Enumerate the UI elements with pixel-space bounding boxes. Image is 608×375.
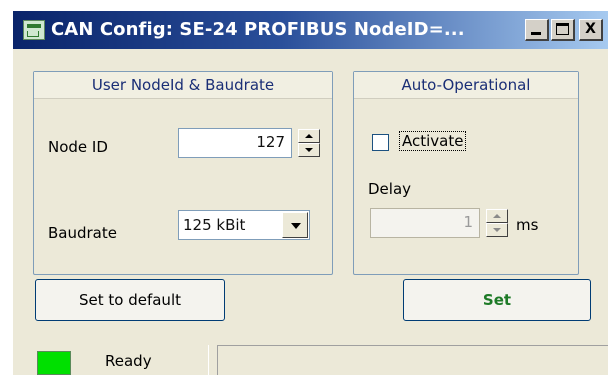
minimize-icon bbox=[531, 32, 541, 35]
auto-operational-group: Auto-Operational Activate Delay 1 ms bbox=[353, 71, 579, 275]
window-title: CAN Config: SE-24 PROFIBUS NodeID=... bbox=[51, 19, 465, 40]
group-title-user: User NodeId & Baudrate bbox=[34, 72, 332, 99]
set-to-default-button[interactable]: Set to default bbox=[35, 279, 225, 321]
delay-spinner[interactable] bbox=[486, 209, 508, 237]
baudrate-value: 125 kBit bbox=[183, 216, 246, 234]
status-pane-main: Ready bbox=[13, 345, 209, 375]
node-id-spinner[interactable] bbox=[298, 129, 320, 157]
node-id-spin-up-button[interactable] bbox=[298, 129, 320, 143]
node-id-spin-down-button[interactable] bbox=[298, 143, 320, 157]
spin-up-icon bbox=[493, 214, 501, 218]
set-button[interactable]: Set bbox=[403, 279, 591, 321]
status-text: Ready bbox=[105, 352, 152, 370]
group-title-auto: Auto-Operational bbox=[354, 72, 578, 99]
user-nodeid-baudrate-group: User NodeId & Baudrate Node ID 127 Baudr… bbox=[33, 71, 333, 275]
activate-label[interactable]: Activate bbox=[398, 131, 467, 151]
chevron-down-icon bbox=[291, 223, 301, 229]
title-bar[interactable]: CAN Config: SE-24 PROFIBUS NodeID=... X bbox=[13, 11, 608, 49]
spin-down-icon bbox=[493, 228, 501, 232]
delay-spin-up-button[interactable] bbox=[486, 209, 508, 223]
maximize-button[interactable] bbox=[551, 19, 575, 41]
can-config-window: CAN Config: SE-24 PROFIBUS NodeID=... X … bbox=[12, 10, 608, 375]
minimize-button[interactable] bbox=[525, 19, 549, 41]
delay-spin-down-button[interactable] bbox=[486, 223, 508, 237]
spin-down-icon bbox=[305, 148, 313, 152]
delay-input[interactable]: 1 bbox=[370, 208, 480, 238]
close-icon: X bbox=[585, 21, 596, 37]
baudrate-dropdown-button[interactable] bbox=[282, 212, 308, 238]
delay-label: Delay bbox=[368, 180, 412, 198]
app-icon bbox=[23, 20, 45, 40]
node-id-label: Node ID bbox=[48, 138, 108, 156]
status-led bbox=[37, 351, 71, 375]
status-bar: Ready bbox=[13, 345, 608, 375]
baudrate-label: Baudrate bbox=[48, 224, 117, 242]
node-id-input[interactable]: 127 bbox=[178, 128, 292, 158]
status-pane-secondary bbox=[217, 345, 608, 375]
baudrate-select[interactable]: 125 kBit bbox=[178, 210, 310, 240]
activate-checkbox[interactable] bbox=[372, 134, 389, 151]
close-button[interactable]: X bbox=[579, 19, 603, 41]
maximize-icon bbox=[556, 23, 569, 35]
delay-unit: ms bbox=[516, 216, 539, 234]
spin-up-icon bbox=[305, 134, 313, 138]
